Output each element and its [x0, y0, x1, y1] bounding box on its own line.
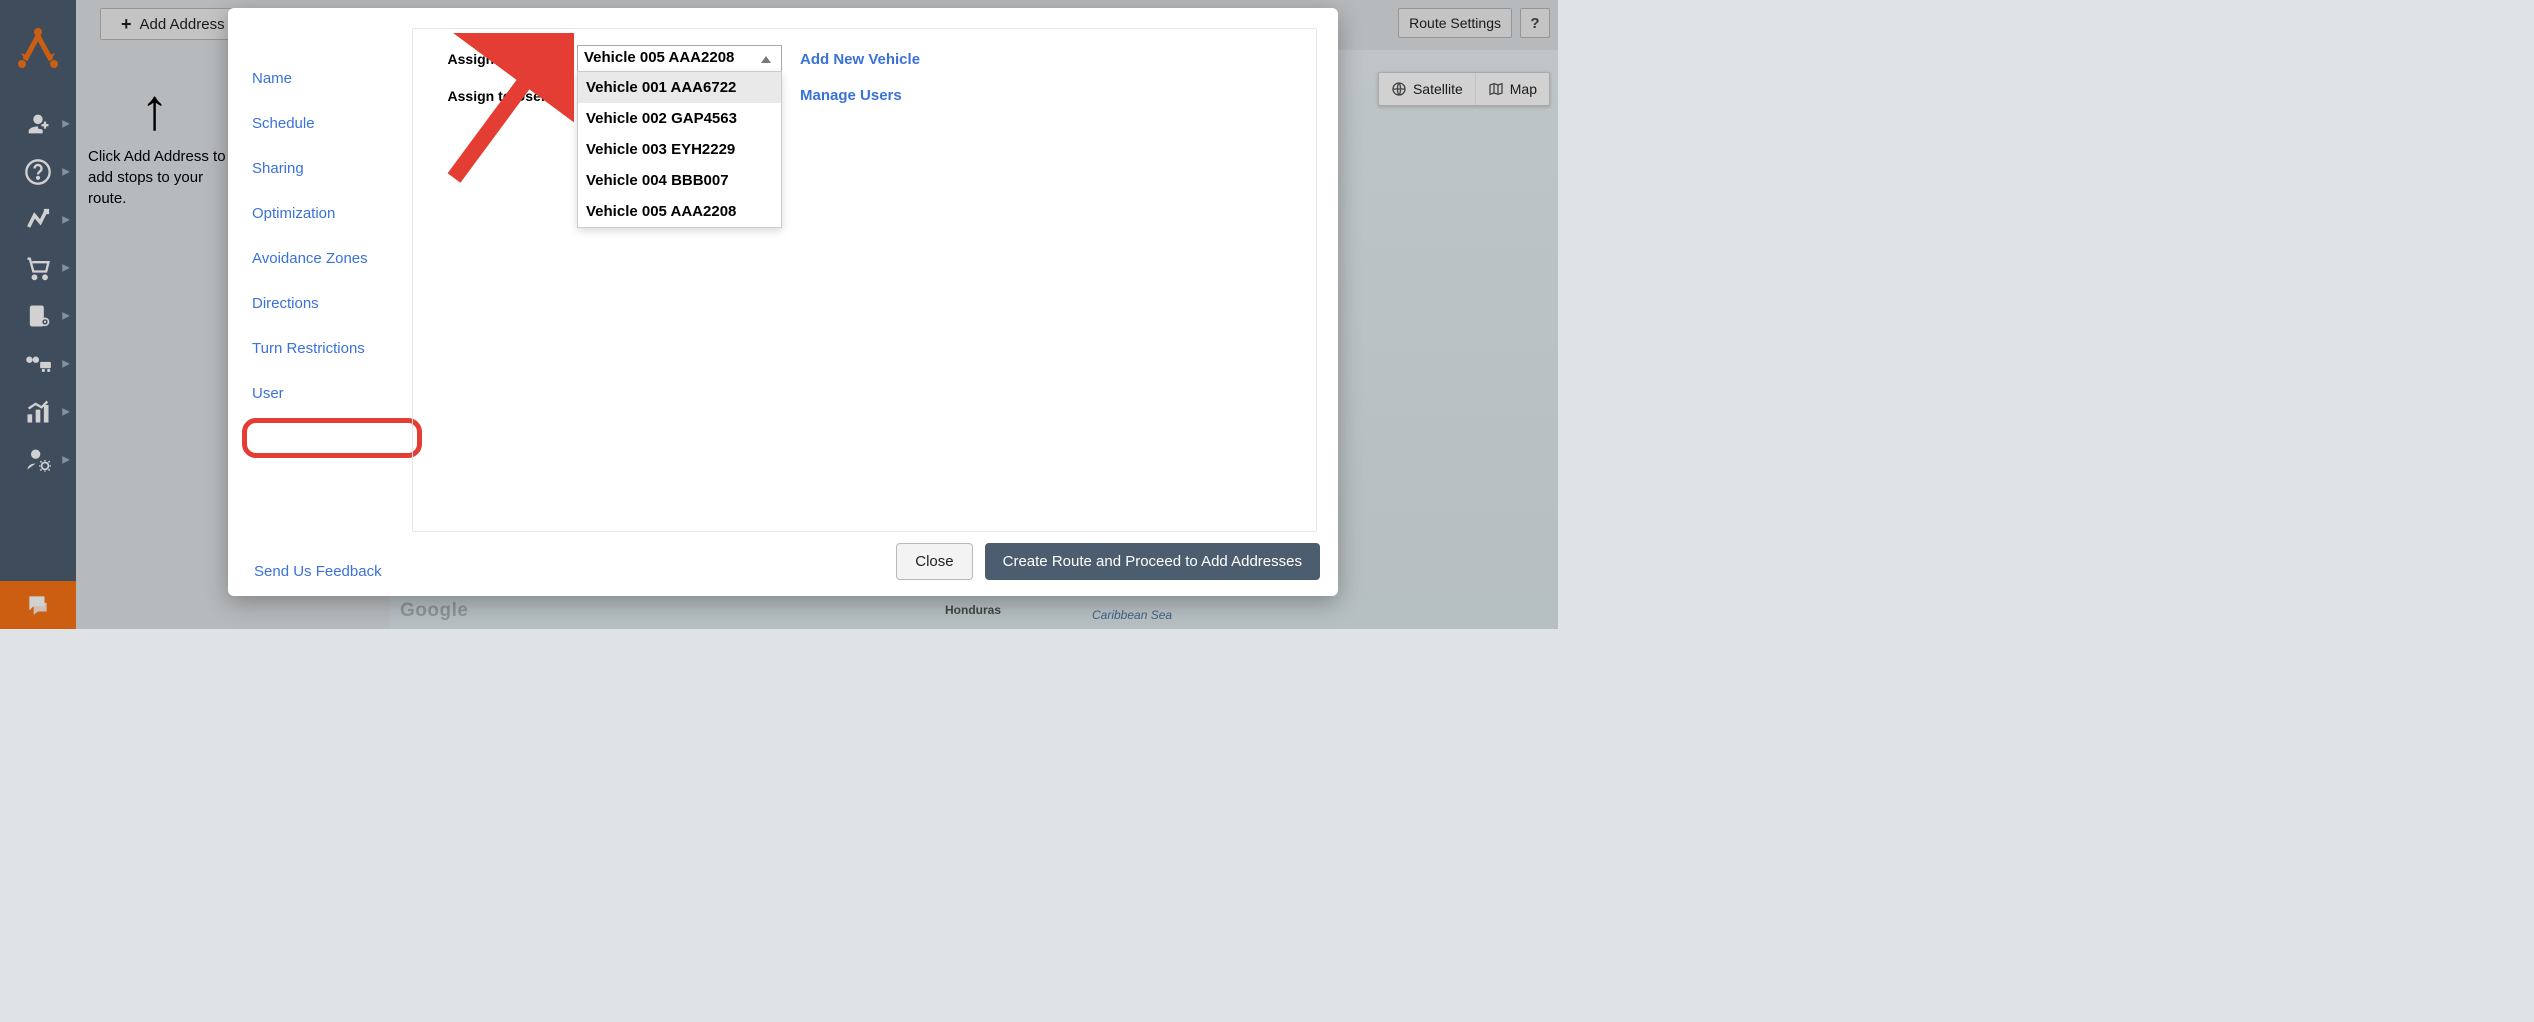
annotation-highlight-box: [242, 418, 422, 458]
modal-footer: Close Create Route and Proceed to Add Ad…: [896, 543, 1320, 580]
vehicle-dropdown: Vehicle 001 AAA6722 Vehicle 002 GAP4563 …: [577, 71, 782, 228]
field-help-icon[interactable]: ?: [557, 52, 571, 66]
modal-user-panel: Assign Vehicle: ? Vehicle 005 AAA2208 Ve…: [412, 28, 1317, 532]
modal-nav-avoidance-zones[interactable]: Avoidance Zones: [242, 236, 378, 281]
modal-side-nav: Name Schedule Sharing Optimization Avoid…: [242, 56, 378, 416]
vehicle-option[interactable]: Vehicle 005 AAA2208: [578, 196, 781, 227]
modal-nav-directions[interactable]: Directions: [242, 281, 378, 326]
close-button[interactable]: Close: [896, 543, 972, 580]
create-route-button[interactable]: Create Route and Proceed to Add Addresse…: [985, 543, 1320, 580]
send-feedback-link[interactable]: Send Us Feedback: [254, 563, 382, 580]
route-create-modal: Name Schedule Sharing Optimization Avoid…: [228, 8, 1338, 596]
manage-users-link[interactable]: Manage Users: [800, 87, 902, 104]
modal-nav-optimization[interactable]: Optimization: [242, 191, 378, 236]
assign-user-row: Assign to User: ? Manage Users: [429, 87, 1300, 104]
vehicle-option[interactable]: Vehicle 003 EYH2229: [578, 134, 781, 165]
add-new-vehicle-link[interactable]: Add New Vehicle: [800, 51, 920, 68]
vehicle-option[interactable]: Vehicle 004 BBB007: [578, 165, 781, 196]
assign-vehicle-row: Assign Vehicle: ? Vehicle 005 AAA2208 Ve…: [429, 45, 1300, 73]
modal-nav-sharing[interactable]: Sharing: [242, 146, 378, 191]
modal-nav-user[interactable]: User: [242, 371, 378, 416]
vehicle-option[interactable]: Vehicle 001 AAA6722: [578, 72, 781, 103]
assign-user-label: Assign to User:: [429, 88, 551, 104]
vehicle-option[interactable]: Vehicle 002 GAP4563: [578, 103, 781, 134]
assign-vehicle-value: Vehicle 005 AAA2208: [584, 49, 734, 66]
modal-nav-name[interactable]: Name: [242, 56, 378, 101]
assign-vehicle-select[interactable]: Vehicle 005 AAA2208: [577, 45, 782, 73]
field-help-icon[interactable]: ?: [557, 89, 571, 103]
modal-nav-schedule[interactable]: Schedule: [242, 101, 378, 146]
chevron-up-icon: [761, 56, 771, 63]
assign-vehicle-label: Assign Vehicle:: [429, 51, 551, 67]
modal-nav-turn-restrictions[interactable]: Turn Restrictions: [242, 326, 378, 371]
assign-vehicle-select-wrap: Vehicle 005 AAA2208 Vehicle 001 AAA6722 …: [577, 45, 782, 73]
